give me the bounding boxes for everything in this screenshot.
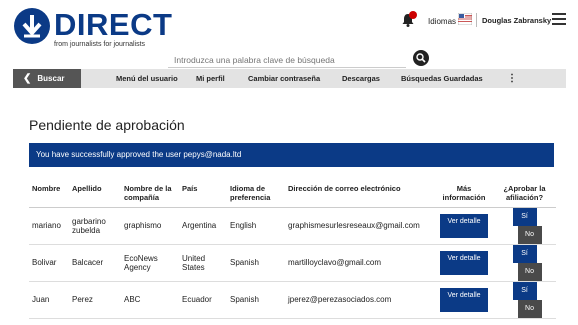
table-row: Juan Perez ABC Ecuador Spanish jperez@pe…: [29, 281, 556, 319]
cell-aprobar: SíNo: [493, 281, 556, 319]
col-header-info: Más información: [435, 180, 493, 208]
col-header-compania: Nombre de la compañía: [121, 180, 179, 208]
main-nav: ❮ Buscar Menú del usuario Mi perfil Camb…: [13, 69, 566, 88]
table-row: Bolivar Balcacer EcoNews Agency United S…: [29, 244, 556, 282]
cell-apellido: garbarino zubelda: [69, 207, 121, 245]
col-header-nombre: Nombre: [29, 180, 69, 208]
col-header-idioma: Idioma de preferencia: [227, 180, 285, 208]
cell-apellido: Balcacer: [69, 244, 121, 282]
cell-email: graphismesurlesreseaux@gmail.com: [285, 207, 435, 245]
user-name[interactable]: Douglas Zabransky: [482, 16, 551, 25]
notification-badge: [409, 11, 417, 19]
search-button[interactable]: [413, 50, 429, 66]
approve-yes-button[interactable]: Sí: [512, 244, 537, 263]
direct-logo[interactable]: DIRECT from journalists for journalists: [14, 6, 172, 48]
search-input[interactable]: [168, 51, 406, 69]
cell-pais: Ecuador: [179, 281, 227, 319]
cell-pais: Argentina: [179, 207, 227, 245]
col-header-email: Dirección de correo electrónico: [285, 180, 435, 208]
nav-item-saved-searches[interactable]: Búsquedas Guardadas: [401, 69, 483, 88]
cell-nombre: mariano: [29, 207, 69, 245]
nav-item-downloads[interactable]: Descargas: [342, 69, 380, 88]
logo-text: DIRECT: [54, 7, 173, 42]
nav-item-change-password[interactable]: Cambiar contraseña: [248, 69, 320, 88]
approve-yes-button[interactable]: Sí: [512, 281, 537, 300]
cell-idioma: Spanish: [227, 244, 285, 282]
cell-info: Ver detalle: [435, 244, 493, 282]
cell-nombre: Juan: [29, 281, 69, 319]
flag-icon[interactable]: [458, 13, 472, 25]
cell-compania: ABC: [121, 281, 179, 319]
approve-no-button[interactable]: No: [517, 299, 542, 318]
table-row: mariano garbarino zubelda graphismo Arge…: [29, 207, 556, 245]
more-options-icon[interactable]: ⋮: [507, 69, 517, 88]
cell-info: Ver detalle: [435, 281, 493, 319]
languages-label[interactable]: Idiomas: [428, 17, 456, 26]
site-header: DIRECT from journalists for journalists …: [0, 0, 578, 69]
approve-no-button[interactable]: No: [517, 225, 542, 244]
cell-idioma: English: [227, 207, 285, 245]
cell-email: martilloyclavo@gmail.com: [285, 244, 435, 282]
cell-compania: EcoNews Agency: [121, 244, 179, 282]
download-arrow-icon: [14, 8, 50, 44]
divider: [476, 13, 477, 27]
success-alert: You have successfully approved the user …: [29, 143, 554, 167]
table-header-row: Nombre Apellido Nombre de la compañía Pa…: [29, 180, 556, 208]
col-header-pais: País: [179, 180, 227, 208]
search-icon: [416, 53, 426, 63]
approve-no-button[interactable]: No: [517, 262, 542, 281]
col-header-aprobar: ¿Aprobar la afiliación?: [493, 180, 556, 208]
page-title: Pendiente de aprobación: [29, 117, 185, 133]
logo-tagline: from journalists for journalists: [54, 41, 146, 48]
back-button-label: Buscar: [37, 74, 65, 83]
cell-email: jperez@perezasociados.com: [285, 281, 435, 319]
cell-aprobar: SíNo: [493, 207, 556, 245]
cell-apellido: Perez: [69, 281, 121, 319]
pending-users-table: Nombre Apellido Nombre de la compañía Pa…: [29, 180, 556, 319]
cell-idioma: Spanish: [227, 281, 285, 319]
view-detail-button[interactable]: Ver detalle: [440, 287, 488, 312]
cell-compania: graphismo: [121, 207, 179, 245]
menu-icon[interactable]: [552, 13, 566, 25]
nav-item-user-menu[interactable]: Menú del usuario: [116, 69, 178, 88]
view-detail-button[interactable]: Ver detalle: [440, 213, 488, 238]
nav-item-my-profile[interactable]: Mi perfil: [196, 69, 225, 88]
chevron-left-icon: ❮: [23, 73, 32, 84]
back-button[interactable]: ❮ Buscar: [13, 69, 81, 88]
cell-pais: United States: [179, 244, 227, 282]
search-field[interactable]: [168, 50, 406, 69]
approve-yes-button[interactable]: Sí: [512, 207, 537, 226]
col-header-apellido: Apellido: [69, 180, 121, 208]
cell-aprobar: SíNo: [493, 244, 556, 282]
cell-info: Ver detalle: [435, 207, 493, 245]
cell-nombre: Bolivar: [29, 244, 69, 282]
view-detail-button[interactable]: Ver detalle: [440, 250, 488, 275]
